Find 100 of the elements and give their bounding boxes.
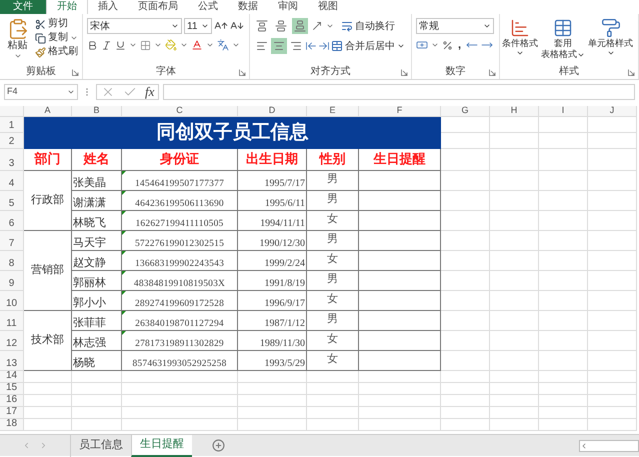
empty-cell[interactable] <box>359 171 441 191</box>
ribbon-tab[interactable]: 审阅 <box>268 0 308 14</box>
column-header[interactable]: C <box>122 106 238 117</box>
empty-cell[interactable] <box>359 251 441 271</box>
scroll-right-icon[interactable] <box>39 441 48 450</box>
column-header[interactable]: A <box>24 106 72 117</box>
horizontal-scrollbar[interactable] <box>579 440 639 452</box>
row-header[interactable]: 18 <box>0 419 24 431</box>
horizontal-align-button[interactable] <box>271 38 287 54</box>
percent-icon[interactable] <box>442 40 453 50</box>
ribbon-tab[interactable]: 页面布局 <box>128 0 188 14</box>
error-indicator-icon[interactable] <box>122 311 126 315</box>
scroll-left-icon[interactable] <box>580 442 588 450</box>
caret-icon[interactable] <box>206 41 214 49</box>
vertical-align-button[interactable] <box>273 18 289 34</box>
ribbon-tab[interactable]: 插入 <box>88 0 128 14</box>
caret-icon[interactable] <box>431 41 439 49</box>
empty-cell[interactable] <box>359 351 441 371</box>
column-header[interactable]: E <box>307 106 359 117</box>
column-header[interactable]: G <box>441 106 490 117</box>
dialog-launcher-icon[interactable] <box>239 69 246 76</box>
row-header[interactable]: 16 <box>0 395 24 407</box>
copy-button[interactable]: 复制 <box>35 32 78 44</box>
error-indicator-icon[interactable] <box>122 191 126 195</box>
row-header[interactable]: 17 <box>0 407 24 419</box>
error-indicator-icon[interactable] <box>122 211 126 215</box>
fill-color-icon[interactable] <box>165 39 177 51</box>
cut-button[interactable]: 剪切 <box>35 18 78 30</box>
row-header[interactable]: 8 <box>0 251 24 271</box>
error-indicator-icon[interactable] <box>122 231 126 235</box>
row-header[interactable]: 14 <box>0 371 24 383</box>
empty-cell[interactable] <box>359 191 441 211</box>
column-header[interactable]: J <box>588 106 637 117</box>
row-header[interactable]: 6 <box>0 211 24 231</box>
ribbon-tab[interactable]: 公式 <box>188 0 228 14</box>
font-size-dropdown[interactable]: 11 <box>184 18 212 34</box>
row-header[interactable]: 12 <box>0 331 24 351</box>
scroll-left-icon[interactable] <box>22 441 31 450</box>
bold-icon[interactable] <box>87 40 98 50</box>
column-header[interactable]: I <box>539 106 588 117</box>
comma-style-button[interactable]: , <box>456 39 464 51</box>
row-header[interactable]: 5 <box>0 191 24 211</box>
ribbon-tab[interactable]: 文件 <box>0 0 46 14</box>
paste-button[interactable]: 粘贴 <box>4 18 31 60</box>
currency-icon[interactable] <box>416 39 428 51</box>
add-sheet-icon[interactable] <box>212 439 225 452</box>
number-format-dropdown[interactable]: 常规 <box>416 18 494 34</box>
table-format-button[interactable]: 套用 表格格式 <box>541 18 585 60</box>
caret-icon[interactable] <box>154 41 162 49</box>
error-indicator-icon[interactable] <box>122 271 126 275</box>
italic-icon[interactable] <box>101 40 112 50</box>
empty-cell[interactable] <box>359 271 441 291</box>
phonetic-icon[interactable] <box>217 39 229 51</box>
row-header[interactable]: 2 <box>0 133 24 149</box>
caret-icon[interactable] <box>232 41 240 49</box>
error-indicator-icon[interactable] <box>122 171 126 175</box>
dialog-launcher-icon[interactable] <box>489 69 496 76</box>
font-color-icon[interactable] <box>191 39 203 51</box>
conditional-format-button[interactable]: 条件格式 <box>502 18 538 60</box>
caret-icon[interactable] <box>180 41 188 49</box>
format-painter-button[interactable]: 格式刷 <box>35 46 78 58</box>
merge-center-button[interactable]: 合并后居中 <box>331 38 405 54</box>
vertical-align-button[interactable] <box>254 18 270 34</box>
caret-icon[interactable] <box>129 41 137 49</box>
dialog-launcher-icon[interactable] <box>401 69 408 76</box>
row-header[interactable]: 3 <box>0 149 24 171</box>
column-header[interactable]: H <box>490 106 539 117</box>
cell-styles-button[interactable]: 单元格样式 <box>588 18 633 60</box>
cancel-icon[interactable] <box>101 85 115 99</box>
empty-cell[interactable] <box>359 311 441 331</box>
insert-function-button[interactable]: fx <box>145 85 154 99</box>
empty-cell[interactable] <box>359 211 441 231</box>
sheet-tab[interactable]: 生日提醒 <box>131 434 192 456</box>
row-header[interactable]: 7 <box>0 231 24 251</box>
error-indicator-icon[interactable] <box>122 251 126 255</box>
name-box[interactable]: F4 <box>4 84 78 100</box>
column-header[interactable]: D <box>238 106 307 117</box>
orientation-icon[interactable] <box>311 20 323 32</box>
row-header[interactable]: 15 <box>0 383 24 395</box>
indent-increase-icon[interactable] <box>318 40 330 52</box>
ribbon-tab[interactable]: 数据 <box>228 0 268 14</box>
formula-input[interactable] <box>163 84 635 100</box>
row-header[interactable]: 4 <box>0 171 24 191</box>
wrap-text-button[interactable]: 自动换行 <box>341 18 395 34</box>
empty-cell[interactable] <box>359 291 441 311</box>
select-all-button[interactable] <box>0 106 24 117</box>
dialog-launcher-icon[interactable] <box>72 69 79 76</box>
dialog-launcher-icon[interactable] <box>628 69 635 76</box>
row-header[interactable]: 13 <box>0 351 24 371</box>
row-header[interactable]: 11 <box>0 311 24 331</box>
empty-cell[interactable] <box>359 231 441 251</box>
column-header[interactable]: B <box>72 106 122 117</box>
column-header[interactable]: F <box>359 106 441 117</box>
underline-icon[interactable] <box>115 40 126 50</box>
indent-decrease-icon[interactable] <box>305 40 317 52</box>
error-indicator-icon[interactable] <box>122 291 126 295</box>
empty-cell[interactable] <box>359 331 441 351</box>
row-header[interactable]: 9 <box>0 271 24 291</box>
ribbon-tab[interactable]: 视图 <box>308 0 348 14</box>
caret-icon[interactable] <box>326 22 334 30</box>
